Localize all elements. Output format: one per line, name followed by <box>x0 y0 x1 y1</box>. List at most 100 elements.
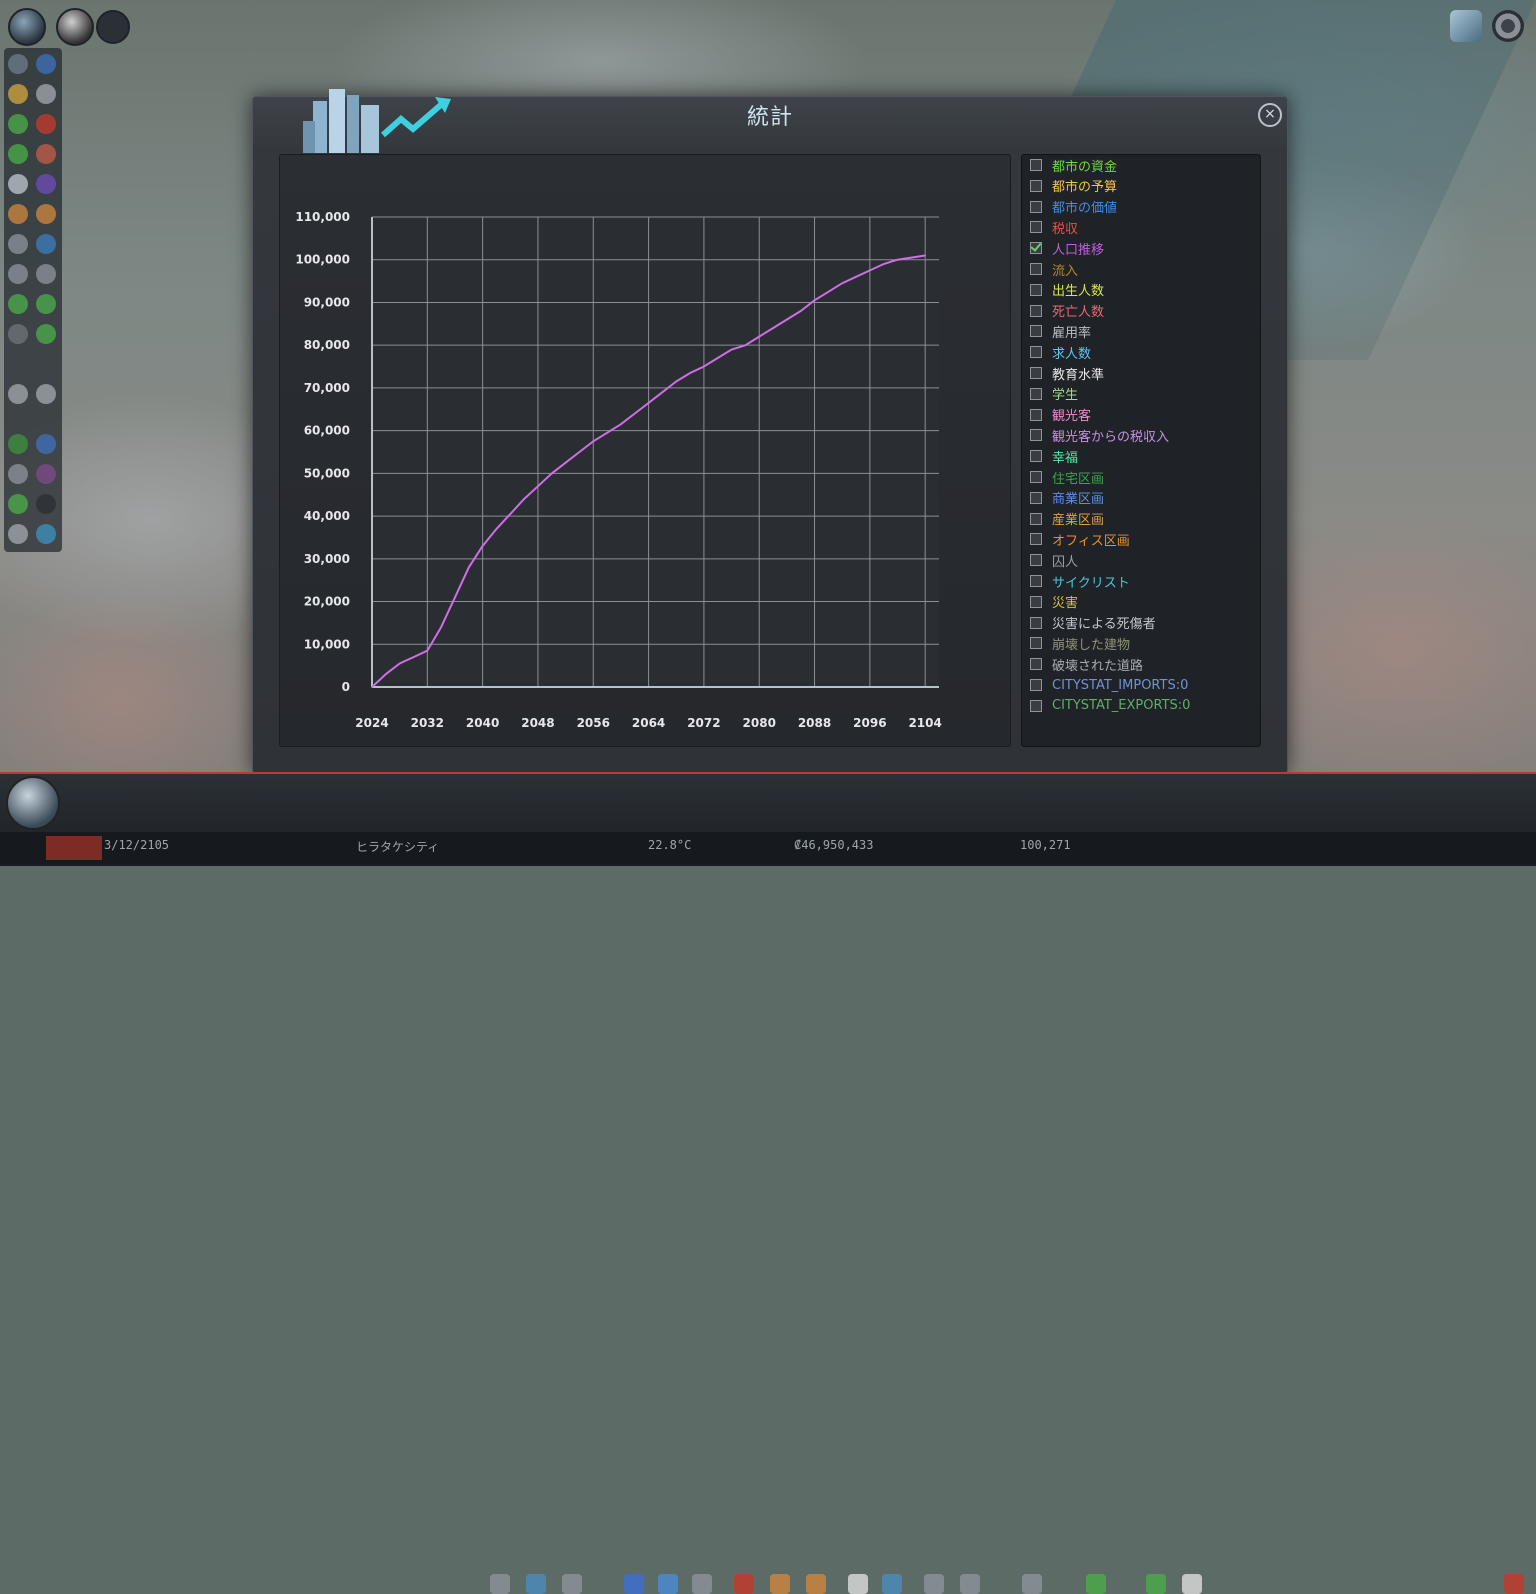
legend-checkbox[interactable] <box>1030 595 1042 608</box>
legend-checkbox[interactable] <box>1030 159 1042 171</box>
fire-icon[interactable] <box>770 1574 790 1594</box>
wrench-tool-icon[interactable] <box>8 384 28 404</box>
legend-item[interactable]: 破壊された道路 <box>1030 654 1143 674</box>
water-icon[interactable] <box>658 1574 678 1594</box>
legend-checkbox[interactable] <box>1030 679 1042 691</box>
camera-tool-icon[interactable] <box>36 384 56 404</box>
legend-item[interactable]: 商業区画 <box>1030 488 1104 508</box>
bin-icon[interactable] <box>1504 1574 1524 1594</box>
legend-checkbox[interactable] <box>1030 346 1042 359</box>
police-icon[interactable] <box>806 1574 826 1594</box>
legend-item[interactable]: 観光客 <box>1030 405 1091 425</box>
legend-item[interactable]: 雇用率 <box>1030 321 1091 341</box>
zoning-icon[interactable] <box>526 1574 546 1594</box>
map-tool-icon[interactable] <box>36 434 56 454</box>
district-icon[interactable] <box>562 1574 582 1594</box>
zone-tool-icon[interactable] <box>8 114 28 134</box>
legend-checkbox[interactable] <box>1030 616 1042 629</box>
purple-tool-icon[interactable] <box>36 464 56 484</box>
legend-checkbox[interactable] <box>1030 471 1042 483</box>
people-tool-icon[interactable] <box>8 464 28 484</box>
disaster-tool-icon[interactable] <box>8 324 28 344</box>
health-tool-icon[interactable] <box>36 114 56 134</box>
legend-item[interactable]: 出生人数 <box>1030 280 1104 300</box>
legend-checkbox[interactable] <box>1030 283 1042 296</box>
paradox-icon[interactable] <box>1450 10 1482 42</box>
message-tool-icon[interactable] <box>36 494 56 514</box>
card-tool-icon[interactable] <box>8 524 28 544</box>
card-icon[interactable] <box>1182 1574 1202 1594</box>
legend-item[interactable]: 囚人 <box>1030 550 1078 570</box>
transport-icon[interactable] <box>882 1574 902 1594</box>
bulldozer-tool-icon[interactable] <box>8 494 28 514</box>
legend-item[interactable]: 災害 <box>1030 592 1078 612</box>
legend-checkbox[interactable] <box>1030 387 1042 400</box>
legend-checkbox-checked[interactable] <box>1030 242 1042 255</box>
money-tool-icon[interactable] <box>8 294 28 314</box>
legend-checkbox[interactable] <box>1030 699 1042 712</box>
garbage-icon[interactable] <box>692 1574 712 1594</box>
park-tool-icon[interactable] <box>8 234 28 254</box>
legend-checkbox[interactable] <box>1030 200 1042 213</box>
legend-item[interactable]: 産業区画 <box>1030 509 1104 529</box>
globe-button[interactable] <box>6 776 60 830</box>
policy-tool-icon[interactable] <box>36 294 56 314</box>
health-icon[interactable] <box>734 1574 754 1594</box>
disaster-icon[interactable] <box>1022 1574 1042 1594</box>
book-tool-icon[interactable] <box>36 84 56 104</box>
tree-tool-icon[interactable] <box>36 264 56 284</box>
legend-checkbox[interactable] <box>1030 304 1042 317</box>
legend-item[interactable]: 教育水準 <box>1030 363 1104 383</box>
water-tool-icon[interactable] <box>36 54 56 74</box>
education-tool-icon[interactable] <box>36 174 56 194</box>
legend-item[interactable]: 学生 <box>1030 384 1078 404</box>
pause-indicator[interactable] <box>46 836 102 860</box>
legend-checkbox[interactable] <box>1030 429 1042 442</box>
area-tool-icon[interactable] <box>36 324 56 344</box>
bulldozer-icon[interactable] <box>1086 1574 1106 1594</box>
legend-checkbox[interactable] <box>1030 408 1042 421</box>
legend-checkbox[interactable] <box>1030 263 1042 275</box>
education-icon[interactable] <box>848 1574 868 1594</box>
police-tool-icon[interactable] <box>8 174 28 194</box>
house-tool-icon[interactable] <box>8 144 28 164</box>
road-icon[interactable] <box>490 1574 510 1594</box>
legend-item[interactable]: 都市の資金 <box>1030 155 1117 175</box>
electricity-icon[interactable] <box>624 1574 644 1594</box>
legend-checkbox[interactable] <box>1030 325 1042 338</box>
legend-item[interactable]: 死亡人数 <box>1030 301 1104 321</box>
money-icon[interactable] <box>1146 1574 1166 1594</box>
legend-item[interactable]: CITYSTAT_EXPORTS:0 <box>1030 696 1190 716</box>
landmark-icon[interactable] <box>960 1574 980 1594</box>
legend-item[interactable]: 求人数 <box>1030 342 1091 362</box>
legend-checkbox[interactable] <box>1030 554 1042 567</box>
transport-tool-icon[interactable] <box>8 204 28 224</box>
legend-checkbox[interactable] <box>1030 491 1042 504</box>
tower-tool-icon[interactable] <box>8 264 28 284</box>
legend-item[interactable]: 崩壊した建物 <box>1030 633 1130 653</box>
legend-item[interactable]: サイクリスト <box>1030 571 1130 591</box>
park-icon[interactable] <box>924 1574 944 1594</box>
legend-item[interactable]: 人口推移 <box>1030 238 1104 258</box>
arrows-tool-icon[interactable] <box>36 524 56 544</box>
chirper-button[interactable] <box>56 8 94 46</box>
legend-checkbox[interactable] <box>1030 533 1042 546</box>
legend-checkbox[interactable] <box>1030 637 1042 650</box>
legend-checkbox[interactable] <box>1030 512 1042 525</box>
legend-checkbox[interactable] <box>1030 450 1042 463</box>
close-button[interactable]: × <box>1258 103 1282 127</box>
legend-item[interactable]: 幸福 <box>1030 446 1078 466</box>
legend-checkbox[interactable] <box>1030 658 1042 671</box>
unlock-button[interactable] <box>96 10 130 44</box>
legend-checkbox[interactable] <box>1030 575 1042 587</box>
legend-item[interactable]: 観光客からの税収入 <box>1030 425 1169 445</box>
bus-tool-icon[interactable] <box>36 234 56 254</box>
legend-item[interactable]: 都市の予算 <box>1030 176 1117 196</box>
legend-checkbox[interactable] <box>1030 179 1042 192</box>
legend-item[interactable]: 都市の価値 <box>1030 197 1117 217</box>
info-views-button[interactable] <box>8 8 46 46</box>
road-tool-icon[interactable] <box>8 54 28 74</box>
gear-icon[interactable] <box>1492 10 1524 42</box>
legend-checkbox[interactable] <box>1030 367 1042 379</box>
legend-item[interactable]: 税収 <box>1030 217 1078 237</box>
